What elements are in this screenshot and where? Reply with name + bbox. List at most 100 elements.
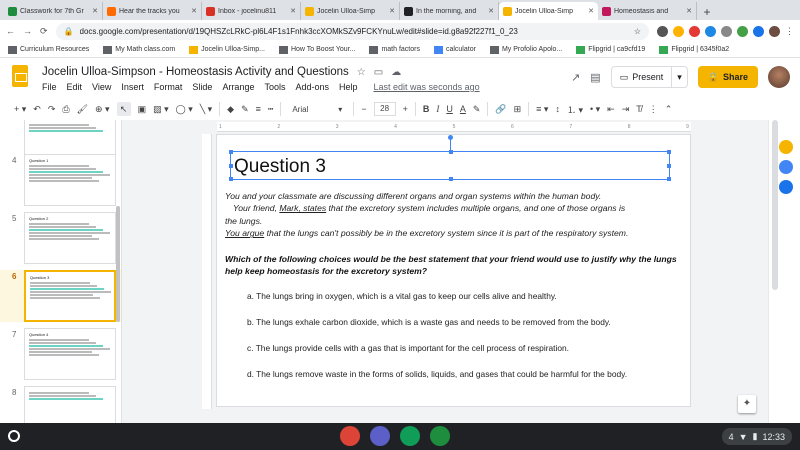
more-icon[interactable]: ⋮ xyxy=(649,104,658,115)
star-icon[interactable]: ☆ xyxy=(357,67,366,78)
back-icon[interactable]: ← xyxy=(6,26,15,36)
close-icon[interactable]: ✕ xyxy=(92,7,98,15)
menu-insert[interactable]: Insert xyxy=(121,82,144,92)
align-icon[interactable]: ≡ ▾ xyxy=(536,104,548,115)
extension-icon[interactable] xyxy=(737,25,748,37)
text-color-button[interactable]: A xyxy=(460,104,466,114)
menu-edit[interactable]: Edit xyxy=(67,82,83,92)
slide[interactable]: Question 3 You and your classmate are di… xyxy=(216,134,691,407)
extension-icon[interactable] xyxy=(689,25,700,37)
bookmark-item[interactable]: Flipgrid | 6345f0a2 xyxy=(659,45,729,54)
comment-icon[interactable]: ⊞ xyxy=(514,104,522,115)
reload-icon[interactable]: ⟳ xyxy=(40,26,48,37)
close-icon[interactable]: ✕ xyxy=(488,7,494,15)
collapse-toolbar-icon[interactable]: ⌃ xyxy=(665,104,673,115)
resize-handle[interactable] xyxy=(667,164,671,168)
menu-tools[interactable]: Tools xyxy=(264,82,285,92)
answer-choice-d[interactable]: d. The lungs remove waste in the forms o… xyxy=(247,369,627,379)
border-weight-icon[interactable]: ≡ xyxy=(256,104,261,114)
menu-slide[interactable]: Slide xyxy=(192,82,212,92)
slide-title[interactable]: Question 3 xyxy=(234,156,326,178)
bulleted-list-icon[interactable]: • ▾ xyxy=(590,104,600,115)
bookmark-item[interactable]: How To Boost Your... xyxy=(278,45,355,54)
explore-button[interactable]: ✦ xyxy=(738,395,756,413)
resize-handle[interactable] xyxy=(229,164,233,168)
browser-tab[interactable]: Homeostasis and ✕ xyxy=(598,2,697,20)
tasks-icon[interactable] xyxy=(779,160,793,174)
decrease-font-icon[interactable]: − xyxy=(361,104,366,114)
bookmark-item[interactable]: math factors xyxy=(369,45,420,54)
bold-button[interactable]: B xyxy=(423,104,430,114)
browser-tab[interactable]: In the morning, and ✕ xyxy=(400,2,499,20)
paint-format-icon[interactable]: 🖌 xyxy=(77,104,88,115)
numbered-list-icon[interactable]: ⒈ ▾ xyxy=(567,103,583,116)
browser-tab[interactable]: Hear the tracks you ✕ xyxy=(103,2,202,20)
close-icon[interactable]: ✕ xyxy=(686,7,692,15)
new-tab-button[interactable]: + xyxy=(699,4,715,20)
extension-icon[interactable] xyxy=(705,25,716,37)
slide-thumbnail[interactable]: 4 Question 1 xyxy=(0,154,121,206)
present-dropdown-icon[interactable]: ▾ xyxy=(672,72,687,83)
launcher-icon[interactable] xyxy=(8,430,20,442)
question-text[interactable]: Which of the following choices would be … xyxy=(225,253,685,278)
filmstrip-scrollbar[interactable] xyxy=(116,206,120,322)
border-dash-icon[interactable]: ┅ xyxy=(268,104,273,115)
close-icon[interactable]: ✕ xyxy=(191,7,197,15)
line-spacing-icon[interactable]: ↕ xyxy=(555,104,560,114)
browser-tab[interactable]: Jocelin Ulloa-Simp ✕ xyxy=(301,2,400,20)
shape-icon[interactable]: ◯ ▾ xyxy=(176,104,193,115)
bookmark-item[interactable]: My Math class.com xyxy=(103,45,175,54)
drive-app-icon[interactable] xyxy=(400,426,420,446)
comments-icon[interactable]: ▤ xyxy=(590,71,600,84)
keep-icon[interactable] xyxy=(779,140,793,154)
bookmark-item[interactable]: Flipgrid | ca9cfd19 xyxy=(576,45,645,54)
resize-handle[interactable] xyxy=(229,177,233,181)
redo-icon[interactable]: ↷ xyxy=(48,104,56,115)
doc-title[interactable]: Jocelin Ulloa-Simpson - Homeostasis Acti… xyxy=(42,66,349,78)
close-icon[interactable]: ✕ xyxy=(290,7,296,15)
forward-icon[interactable]: → xyxy=(23,26,32,36)
menu-view[interactable]: View xyxy=(92,82,111,92)
italic-button[interactable]: I xyxy=(436,104,439,114)
extension-icon[interactable] xyxy=(673,25,684,37)
print-icon[interactable]: ⎙ xyxy=(62,104,69,115)
close-icon[interactable]: ✕ xyxy=(588,7,594,15)
profile-icon[interactable] xyxy=(769,25,780,37)
move-folder-icon[interactable]: ▭ xyxy=(374,67,383,78)
answer-choice-a[interactable]: a. The lungs bring in oxygen, which is a… xyxy=(247,291,557,301)
slide-thumbnail[interactable]: 8 xyxy=(0,386,121,423)
slide-thumbnail[interactable]: 5 Question 2 xyxy=(0,212,121,264)
bookmark-item[interactable]: Jocelin Ulloa-Simp... xyxy=(189,45,265,54)
resize-handle[interactable] xyxy=(667,150,671,154)
image-icon[interactable]: ▨ ▾ xyxy=(153,104,169,115)
close-icon[interactable]: ✕ xyxy=(389,7,395,15)
menu-help[interactable]: Help xyxy=(339,82,358,92)
bookmark-item[interactable]: Curriculum Resources xyxy=(8,45,89,54)
menu-file[interactable]: File xyxy=(42,82,57,92)
answer-choice-b[interactable]: b. The lungs exhale carbon dioxide, whic… xyxy=(247,317,611,327)
font-select[interactable]: Arial ▾ xyxy=(288,102,346,117)
zoom-icon[interactable]: ⊕ ▾ xyxy=(95,104,110,115)
slide-thumbnail[interactable]: 7 Question 4 xyxy=(0,328,121,380)
canvas-scrollbar[interactable] xyxy=(772,120,778,290)
menu-add-ons[interactable]: Add-ons xyxy=(295,82,329,92)
underline-button[interactable]: U xyxy=(446,104,453,114)
line-icon[interactable]: ╲ ▾ xyxy=(200,104,212,115)
font-size-field[interactable]: 28 xyxy=(373,102,396,116)
activity-trend-icon[interactable]: ↗ xyxy=(571,71,580,84)
border-color-icon[interactable]: ✎ xyxy=(241,104,249,115)
link-icon[interactable]: 🔗 xyxy=(495,104,506,115)
undo-icon[interactable]: ↶ xyxy=(33,104,41,115)
slides-logo-icon[interactable] xyxy=(12,65,28,87)
slide-thumbnail[interactable]: 6 Question 3 xyxy=(0,270,121,322)
browser-tab[interactable]: Classwork for 7th Gr ✕ xyxy=(4,2,103,20)
last-edit-status[interactable]: Last edit was seconds ago xyxy=(374,82,480,92)
clear-formatting-icon[interactable]: T̸ xyxy=(636,104,642,114)
increase-font-icon[interactable]: + xyxy=(403,104,408,114)
status-area[interactable]: 4 ▼ ▮ 12:33 xyxy=(721,428,792,445)
resize-handle[interactable] xyxy=(449,150,453,154)
answer-choice-c[interactable]: c. The lungs provide cells with a gas th… xyxy=(247,343,569,353)
new-slide-icon[interactable]: + ▾ xyxy=(14,104,26,115)
omnibox[interactable]: 🔒 docs.google.com/presentation/d/19QHSZc… xyxy=(55,22,649,40)
extension-icon[interactable] xyxy=(657,25,668,37)
